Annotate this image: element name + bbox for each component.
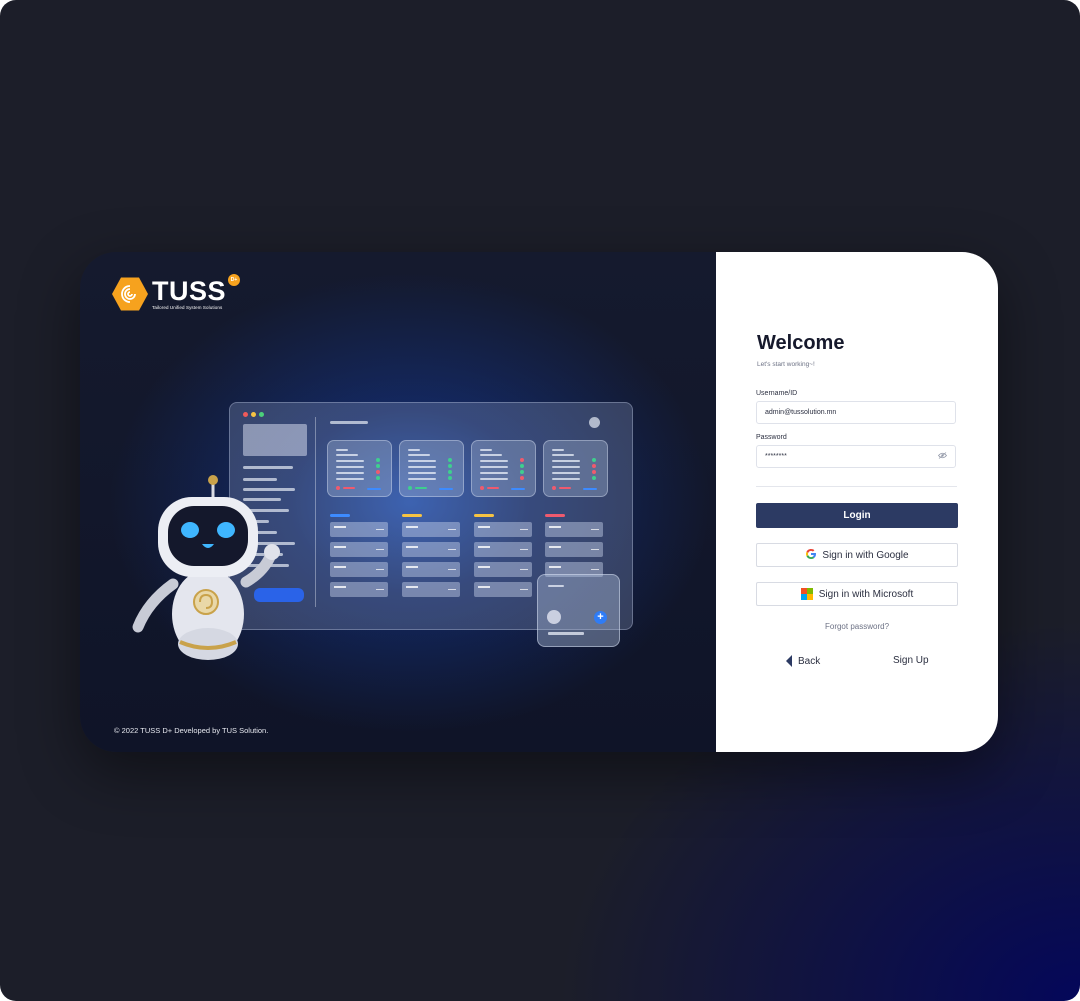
floating-add-card: + (537, 574, 620, 647)
window-dot-green (259, 412, 264, 417)
column-tag (474, 514, 494, 517)
eye-slash-icon[interactable] (937, 452, 948, 461)
stat-card (327, 440, 392, 497)
username-field[interactable]: admin@tussolution.mn (756, 401, 956, 424)
password-value: ******** (765, 453, 787, 460)
username-label: Username/ID (756, 390, 798, 397)
microsoft-signin-label: Sign in with Microsoft (818, 588, 914, 600)
task-row (402, 542, 460, 557)
welcome-title: Welcome (757, 332, 845, 354)
stat-card (399, 440, 464, 497)
sidebar-line (243, 466, 293, 469)
task-row (330, 562, 388, 577)
form-divider (756, 486, 957, 487)
login-panel: Welcome Let's start working~! Username/I… (716, 252, 998, 752)
google-signin-label: Sign in with Google (822, 549, 909, 561)
task-row (402, 562, 460, 577)
task-row (474, 522, 532, 537)
panel-divider (315, 417, 316, 607)
column-tag (402, 514, 422, 517)
login-button[interactable]: Login (756, 503, 958, 528)
back-arrow-icon (786, 655, 792, 667)
sidebar-image-placeholder (243, 424, 307, 456)
microsoft-signin-button[interactable]: Sign in with Microsoft (756, 582, 958, 606)
fingerprint-swirl-icon (121, 285, 136, 303)
robot-mascot-icon (132, 475, 280, 660)
task-row (474, 562, 532, 577)
password-label: Password (756, 434, 787, 441)
task-row (474, 542, 532, 557)
header-line (330, 421, 368, 424)
task-row (330, 582, 388, 597)
task-row (545, 522, 603, 537)
window-dot-red (243, 412, 248, 417)
login-card: TUSS Tailored Unified System Solutions D… (80, 252, 998, 752)
stat-card (471, 440, 536, 497)
task-row (545, 542, 603, 557)
avatar-placeholder (589, 417, 600, 428)
task-row (474, 582, 532, 597)
logo-badge: D+ (228, 274, 241, 286)
background-frame: TUSS Tailored Unified System Solutions D… (0, 0, 1080, 1001)
copyright-text: © 2022 TUSS D+ Developed by TUS Solution… (114, 726, 269, 735)
task-row (402, 582, 460, 597)
task-row (330, 542, 388, 557)
tuss-logo: TUSS Tailored Unified System Solutions D… (112, 274, 241, 312)
logo-wordmark: TUSS (152, 276, 227, 306)
stat-card (543, 440, 608, 497)
plus-icon: + (594, 611, 607, 624)
forgot-password-link[interactable]: Forgot password? (756, 622, 958, 631)
avatar-circle (547, 610, 561, 624)
welcome-subtitle: Let's start working~! (757, 361, 815, 368)
window-dot-yellow (251, 412, 256, 417)
google-icon (805, 548, 817, 563)
column-tag (545, 514, 565, 517)
column-tag (330, 514, 350, 517)
microsoft-icon (800, 588, 813, 600)
username-value: admin@tussolution.mn (765, 409, 837, 416)
brand-panel: TUSS Tailored Unified System Solutions D… (80, 252, 716, 752)
task-row (402, 522, 460, 537)
task-row (330, 522, 388, 537)
back-button[interactable]: Back (786, 655, 820, 667)
sign-up-link[interactable]: Sign Up (893, 655, 929, 666)
password-field[interactable]: ******** (756, 445, 956, 468)
google-signin-button[interactable]: Sign in with Google (756, 543, 958, 567)
logo-tagline: Tailored Unified System Solutions (152, 305, 223, 310)
back-label: Back (798, 655, 821, 667)
logo-hexagon-icon (112, 277, 148, 311)
